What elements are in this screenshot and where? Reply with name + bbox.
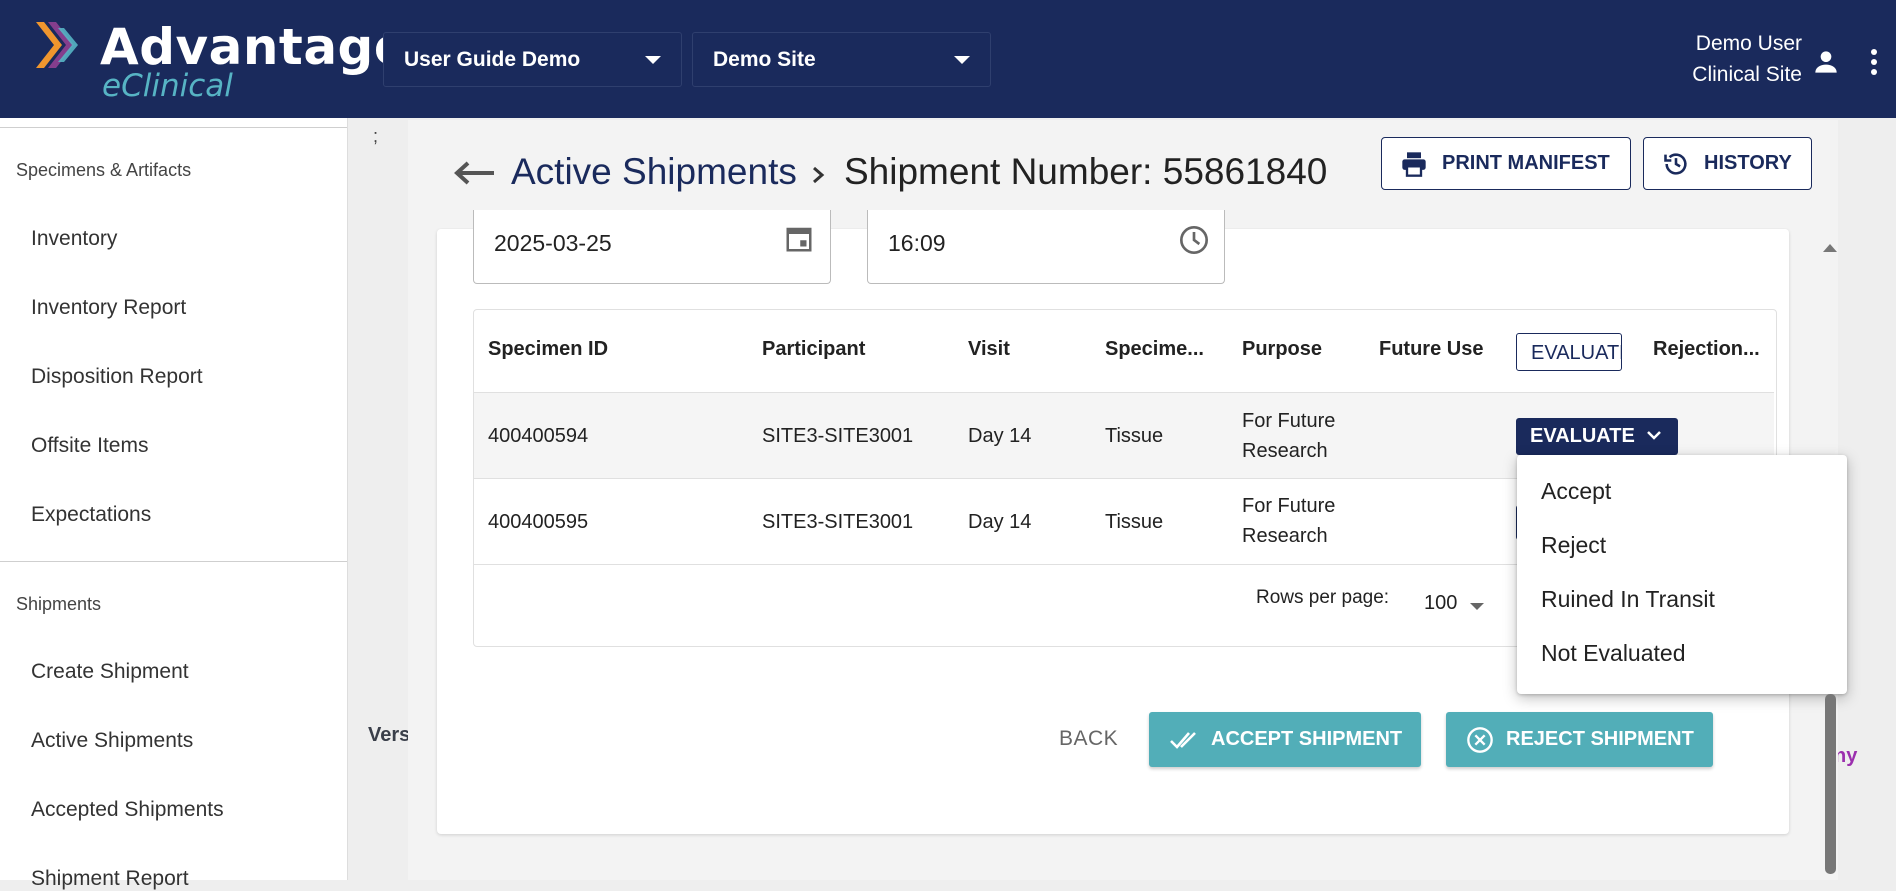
person-icon[interactable] (1810, 46, 1842, 78)
more-vert-icon[interactable] (1862, 46, 1886, 78)
history-icon (1664, 152, 1687, 175)
app-header: Advantage eClinical User Guide Demo Demo… (0, 0, 1896, 118)
calendar-icon[interactable] (784, 224, 814, 254)
history-label: HISTORY (1704, 152, 1792, 174)
cell-purpose: Research (1242, 525, 1328, 547)
ship-time-value: 16:09 (888, 230, 946, 256)
print-manifest-button[interactable]: PRINT MANIFEST (1381, 137, 1631, 190)
reject-shipment-label: REJECT SHIPMENT (1506, 728, 1694, 750)
print-manifest-label: PRINT MANIFEST (1442, 152, 1610, 174)
cell-visit: Day 14 (968, 511, 1032, 533)
menu-item-ruined-in-transit[interactable]: Ruined In Transit (1541, 586, 1715, 613)
printer-icon (1402, 151, 1426, 177)
accept-shipment-label: ACCEPT SHIPMENT (1211, 728, 1403, 750)
evaluate-dropdown-button[interactable]: EVALUATE (1516, 418, 1678, 455)
sidebar-item-inventory-report[interactable]: Inventory Report (31, 296, 186, 320)
logo-chevron-icon (36, 22, 78, 68)
column-header-rejection[interactable]: Rejection... (1653, 338, 1760, 361)
caret-down-icon (954, 56, 970, 64)
caret-down-icon (645, 56, 661, 64)
scrollbar-thumb[interactable] (1825, 694, 1836, 874)
evaluate-all-button[interactable]: EVALUATE (1516, 333, 1622, 371)
ship-date-value: 2025-03-25 (494, 230, 612, 256)
history-button[interactable]: HISTORY (1643, 137, 1812, 190)
divider (0, 561, 347, 562)
arrow-left-icon[interactable] (452, 158, 496, 188)
cell-specimen-id: 400400595 (488, 511, 589, 533)
double-check-icon (1170, 731, 1196, 749)
version-label: Vers (368, 724, 411, 746)
sidebar-item-active-shipments[interactable]: Active Shipments (31, 729, 193, 753)
rows-per-page-select[interactable]: 100 (1424, 592, 1457, 615)
sidebar-item-create-shipment[interactable]: Create Shipment (31, 660, 189, 684)
menu-item-not-evaluated[interactable]: Not Evaluated (1541, 640, 1685, 667)
cell-specimen: Tissue (1105, 511, 1164, 533)
cell-visit: Day 14 (968, 425, 1032, 447)
cell-purpose: For Future (1242, 495, 1336, 517)
rows-per-page-label: Rows per page: (1256, 587, 1390, 608)
study-selector[interactable]: User Guide Demo (383, 32, 682, 87)
background-text: ; (373, 126, 379, 146)
reject-shipment-button[interactable]: REJECT SHIPMENT (1446, 712, 1713, 767)
column-header-future-use[interactable]: Future Use (1379, 338, 1483, 361)
ship-date-field[interactable]: 2025-03-25 (473, 210, 831, 284)
sidebar-section-shipments: Shipments (16, 594, 102, 614)
sidebar-item-shipment-report[interactable]: Shipment Report (31, 867, 189, 891)
divider (0, 127, 347, 128)
page-title: Shipment Number: 55861840 (844, 151, 1328, 192)
column-header-specimen-id[interactable]: Specimen ID (488, 338, 608, 361)
cell-specimen-id: 400400594 (488, 425, 589, 447)
sidebar-item-accepted-shipments[interactable]: Accepted Shipments (31, 798, 224, 822)
column-header-participant[interactable]: Participant (762, 338, 865, 361)
study-selector-value: User Guide Demo (404, 47, 581, 71)
clock-icon[interactable] (1178, 224, 1210, 256)
user-info: Demo User Clinical Site (1692, 28, 1802, 90)
sidebar-item-expectations[interactable]: Expectations (31, 503, 151, 527)
menu-item-accept[interactable]: Accept (1541, 478, 1611, 505)
breadcrumb-active-shipments[interactable]: Active Shipments (511, 151, 797, 193)
evaluate-menu: Accept Reject Ruined In Transit Not Eval… (1517, 455, 1847, 694)
cancel-circle-icon (1467, 726, 1493, 753)
accept-shipment-button[interactable]: ACCEPT SHIPMENT (1149, 712, 1421, 767)
sidebar-item-offsite-items[interactable]: Offsite Items (31, 434, 148, 458)
chevron-right-icon (813, 166, 825, 184)
user-name: Demo User (1695, 32, 1802, 55)
site-selector-value: Demo Site (713, 47, 816, 71)
sidebar: Specimens & Artifacts Inventory Inventor… (0, 118, 348, 890)
column-header-specimen[interactable]: Specime... (1105, 338, 1204, 361)
cell-participant: SITE3-SITE3001 (762, 511, 914, 533)
brand-logo[interactable]: Advantage eClinical (34, 18, 408, 108)
menu-item-reject[interactable]: Reject (1541, 532, 1606, 559)
scroll-up-arrow[interactable] (1823, 244, 1837, 252)
sidebar-section-specimens: Specimens & Artifacts (16, 160, 192, 180)
cell-specimen: Tissue (1105, 425, 1164, 447)
caret-down-icon[interactable] (1470, 603, 1484, 610)
site-selector[interactable]: Demo Site (692, 32, 991, 87)
sidebar-item-disposition-report[interactable]: Disposition Report (31, 365, 203, 389)
column-header-visit[interactable]: Visit (968, 338, 1010, 361)
back-button[interactable]: BACK (1059, 727, 1118, 751)
ship-time-field[interactable]: 16:09 (867, 210, 1225, 284)
brand-subtitle: eClinical (102, 68, 233, 104)
cell-participant: SITE3-SITE3001 (762, 425, 914, 447)
sidebar-item-inventory[interactable]: Inventory (31, 227, 117, 251)
chevron-down-icon (1647, 431, 1661, 440)
column-header-purpose[interactable]: Purpose (1242, 338, 1322, 361)
evaluate-label: EVALUATE (1530, 425, 1635, 447)
cell-purpose: Research (1242, 440, 1328, 462)
cell-purpose: For Future (1242, 410, 1336, 432)
user-site: Clinical Site (1692, 63, 1802, 86)
